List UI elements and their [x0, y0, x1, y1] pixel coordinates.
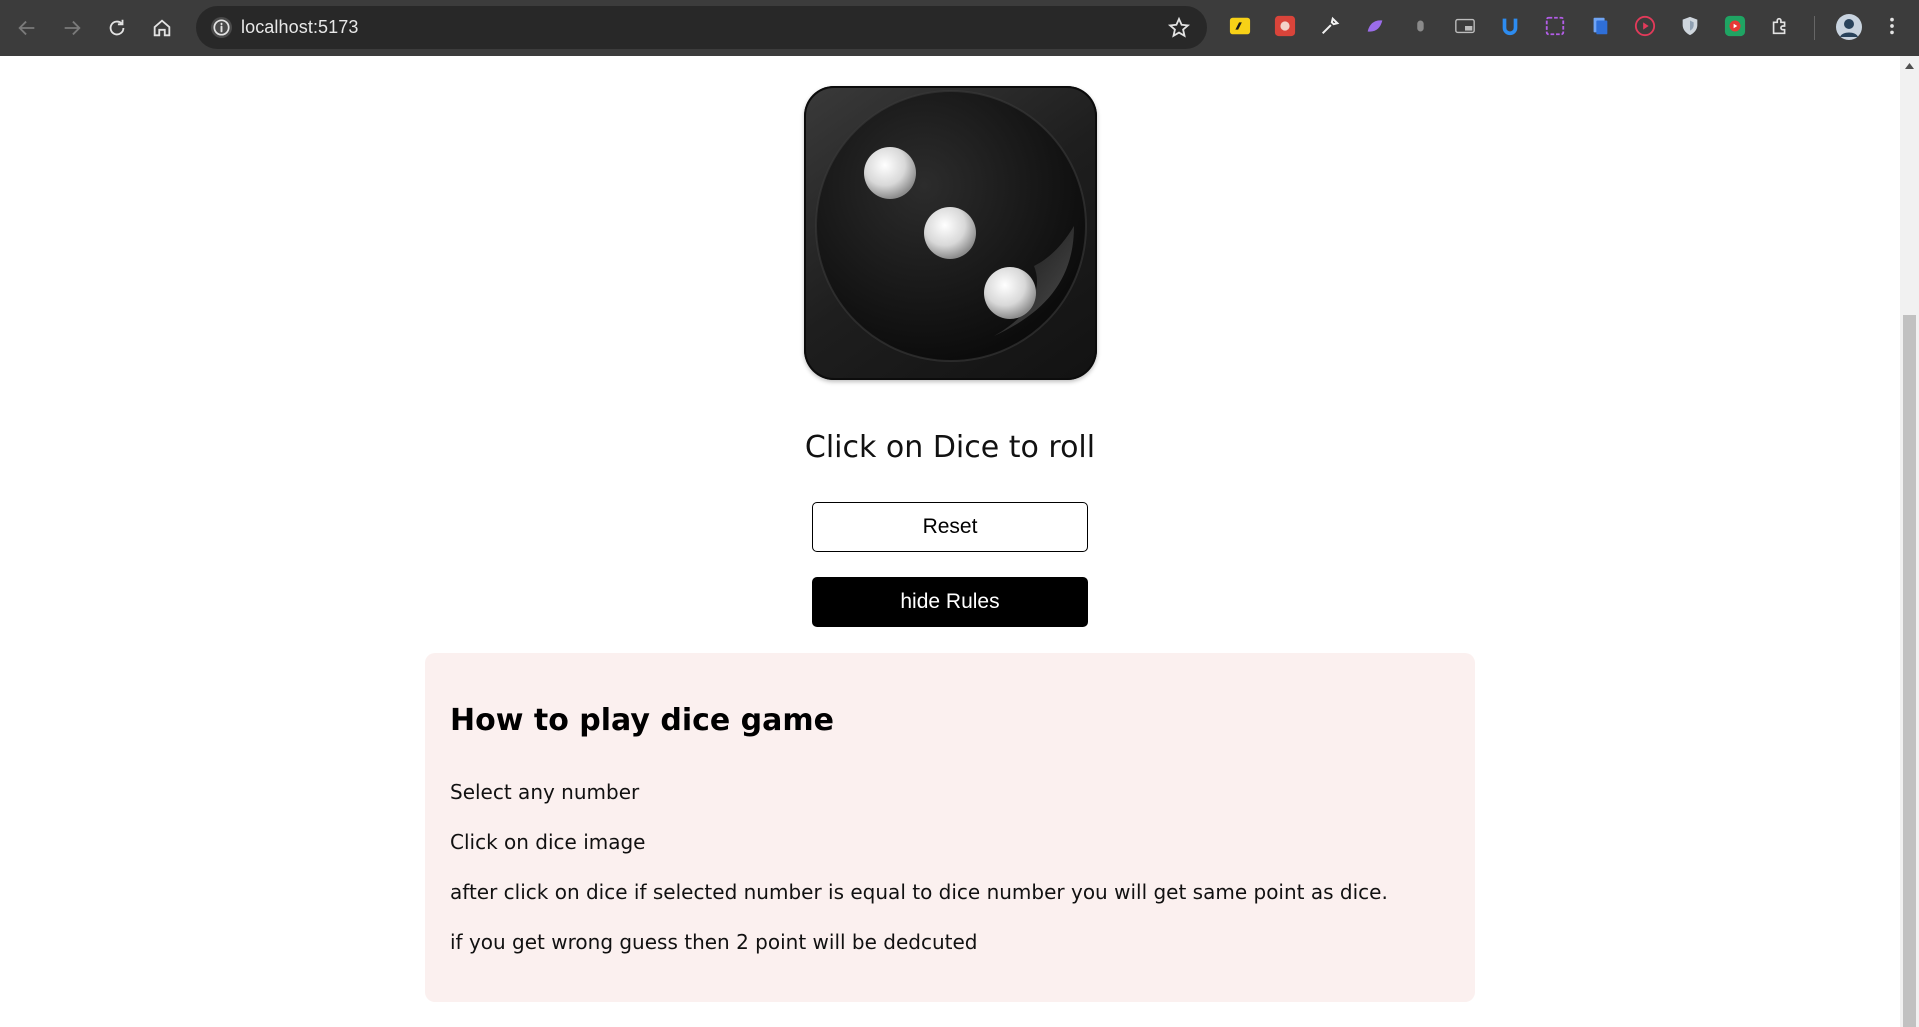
address-bar[interactable]: localhost:5173 — [196, 6, 1207, 49]
extension-red-icon[interactable] — [1273, 14, 1297, 38]
reset-button[interactable]: Reset — [812, 502, 1088, 552]
reload-icon[interactable] — [99, 10, 135, 46]
extension-green-play-icon[interactable] — [1723, 14, 1747, 38]
page-content: Click on Dice to roll Reset hide Rules H… — [0, 56, 1900, 1027]
home-icon[interactable] — [144, 10, 180, 46]
toolbar-divider — [1814, 16, 1815, 40]
extension-play-icon[interactable] — [1633, 14, 1657, 38]
rules-panel: How to play dice game Select any number … — [425, 653, 1475, 1002]
extension-docs-icon[interactable] — [1588, 14, 1612, 38]
site-info-icon[interactable] — [210, 16, 233, 39]
dice-image[interactable] — [804, 86, 1097, 380]
rule-item: Select any number — [450, 780, 640, 804]
bookmark-star-icon[interactable] — [1167, 16, 1191, 40]
scroll-up-arrow-icon[interactable] — [1904, 62, 1915, 70]
extension-shield-icon[interactable] — [1678, 14, 1702, 38]
back-icon[interactable] — [9, 10, 45, 46]
extension-screenshot-icon[interactable] — [1543, 14, 1567, 38]
extensions-puzzle-icon[interactable] — [1768, 14, 1792, 38]
extension-mouse-icon[interactable] — [1408, 14, 1432, 38]
vertical-scrollbar[interactable] — [1900, 56, 1919, 1027]
rule-item: if you get wrong guess then 2 point will… — [450, 930, 978, 954]
roll-instruction: Click on Dice to roll — [804, 430, 1096, 465]
toggle-rules-button[interactable]: hide Rules — [812, 577, 1088, 627]
extension-eyedropper-icon[interactable] — [1318, 14, 1342, 38]
extension-purple-icon[interactable] — [1363, 14, 1387, 38]
profile-avatar-icon[interactable] — [1835, 13, 1863, 41]
url-text[interactable]: localhost:5173 — [241, 17, 359, 38]
extension-pip-icon[interactable] — [1453, 14, 1477, 38]
rule-item: Click on dice image — [450, 830, 646, 854]
extension-norton-icon[interactable] — [1228, 14, 1252, 38]
rules-title: How to play dice game — [450, 703, 835, 738]
forward-icon[interactable] — [54, 10, 90, 46]
scrollbar-thumb[interactable] — [1903, 315, 1916, 1027]
browser-toolbar: localhost:5173 — [0, 0, 1919, 56]
more-menu-icon[interactable] — [1880, 14, 1904, 38]
dice-face-3-icon — [815, 90, 1087, 362]
extension-blue-icon[interactable] — [1498, 14, 1522, 38]
rule-item: after click on dice if selected number i… — [450, 880, 1388, 904]
